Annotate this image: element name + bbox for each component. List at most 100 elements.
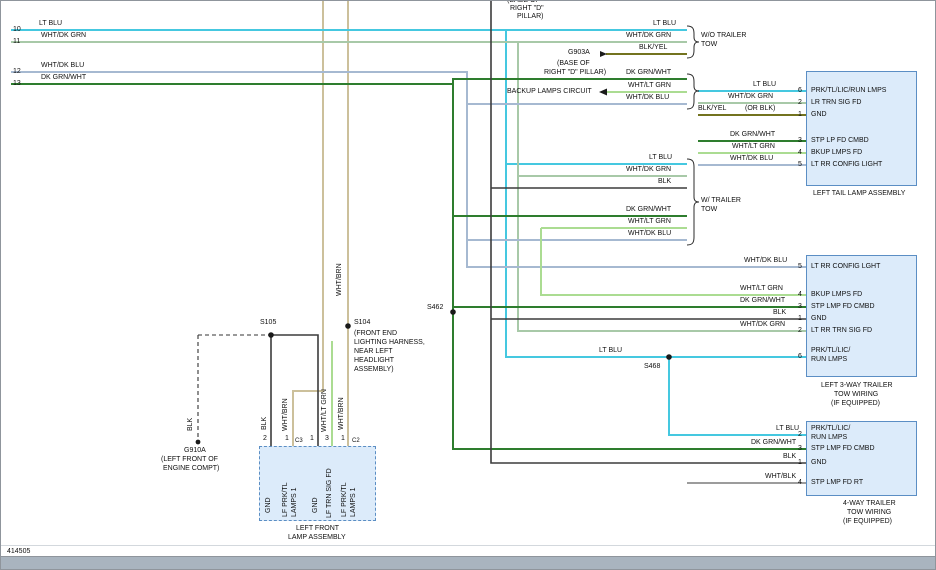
note-line: NEAR LEFT [354,348,393,356]
pin-function: PRK/TL/LIC/ [811,347,850,355]
wire-color-label: WHT/DK BLU [730,155,773,163]
row-number: 13 [13,80,21,88]
pin-function: PRK/TL/LIC/ [811,425,850,433]
pin-number: 1 [798,111,802,119]
wire-color-label: BLK [658,178,671,186]
splice-dot-s104 [345,323,351,329]
wire-color-label: BLK/YEL [698,105,726,113]
pin-number: 1 [341,435,345,443]
box-title: LEFT 3-WAY TRAILER [821,382,893,390]
doc-number: 414505 [7,548,30,556]
pin-number: 2 [798,99,802,107]
trailer-config-note: TOW [701,206,717,214]
box-title: 4-WAY TRAILER [843,500,896,508]
wire-color-label: LT BLU [599,347,622,355]
pin-function: GND [811,111,827,119]
wire-color-label: WHT/LT GRN [740,285,783,293]
box-title: LEFT FRONT [296,525,339,533]
wire-color-label: DK GRN/WHT [730,131,775,139]
box-title: LAMP ASSEMBLY [288,534,346,542]
pin-number: 1 [798,459,802,467]
pin-number: 6 [798,353,802,361]
pin-function: LF PRK/TL [341,482,349,517]
wire-color-label: WHT/DK GRN [740,321,785,329]
wire-color-label: DK GRN/WHT [751,439,796,447]
pin-number: 4 [798,149,802,157]
pin-number: 2 [263,435,267,443]
box-title: TOW WIRING [834,391,878,399]
wire-color-label: BLK [773,309,786,317]
pin-function: STP LMP FD CMBD [811,303,875,311]
row-number: 12 [13,68,21,76]
ground-arrow-g903a [600,51,607,57]
ground-dot-g910a [196,440,201,445]
ground-label: G903A [568,49,590,57]
pin-number: 2 [798,431,802,439]
connector-id: C2 [352,438,360,445]
wire-color-label: WHT/DK BLU [744,257,787,265]
box-title: (IF EQUIPPED) [831,400,880,408]
brace-backup-group [687,74,699,109]
brace-w-trailer [687,159,699,245]
wire-color-label: LT BLU [649,154,672,162]
brace-wo-trailer [687,26,699,58]
wire-color-label: WHT/DK GRN [626,32,671,40]
wire-color-label: BLK [187,418,195,431]
wire-color-label: WHT/LT GRN [732,143,775,151]
pin-function: LF TRN SIG FD [326,468,334,518]
box-title: (IF EQUIPPED) [843,518,892,526]
wire-color-label: WHT/DK GRN [626,166,671,174]
wire-color-label: WHT/BRN [282,398,290,431]
splice-label: S468 [644,363,660,371]
backup-circuit-arrow-icon [599,89,607,96]
pin-function: STP LMP FD CMBD [811,445,875,453]
pin-number: 5 [798,263,802,271]
wire-color-label: WHT/DK BLU [41,62,84,70]
pin-function: GND [811,459,827,467]
pin-number: 1 [310,435,314,443]
note-line: PILLAR) [517,13,543,21]
pin-number: 5 [798,161,802,169]
pin-function: LT RR CONFIG LIGHT [811,161,882,169]
wire-lt-blu [506,30,806,357]
pin-number: 6 [798,87,802,95]
wire-color-alt-label: (OR BLK) [745,105,775,113]
pin-number: 1 [285,435,289,443]
footer-separator [1,545,935,546]
pin-function: STP LMP FD RT [811,479,863,487]
pin-number: 2 [798,327,802,335]
pin-function: BKUP LMPS FD [811,291,862,299]
connector-id: C3 [295,438,303,445]
splice-label: S104 [354,319,370,327]
note-line: ASSEMBLY) [354,366,394,374]
pin-function: LAMPS 1 [291,487,299,517]
wire-color-label: WHT/DK BLU [626,94,669,102]
wire-color-label: WHT/BRN [336,263,344,296]
pin-function: GND [265,497,273,513]
wire-color-label: LT BLU [39,20,62,28]
wire-wht-brn [293,1,323,446]
pin-number: 3 [325,435,329,443]
trailer-config-note: TOW [701,41,717,49]
note-line: LIGHTING HARNESS, [354,339,425,347]
splice-label: S105 [260,319,276,327]
pin-function: LAMPS 1 [350,487,358,517]
pin-function: RUN LMPS [811,356,847,364]
box-title: TOW WIRING [847,509,891,517]
note-line: ENGINE COMPT) [163,465,219,473]
wire-color-label: WHT/DK GRN [728,93,773,101]
splice-dot-s462 [450,309,456,315]
wire-color-label: DK GRN/WHT [626,206,671,214]
wire-color-label: LT BLU [753,81,776,89]
wire-blk [271,335,318,446]
wire-color-label: WHT/DK GRN [41,32,86,40]
wire-color-label: BLK [261,417,269,430]
pin-function: BKUP LMPS FD [811,149,862,157]
wire-color-label: WHT/LT GRN [321,389,329,432]
note-line: RIGHT "D" PILLAR) [544,69,606,77]
trailer-config-note: W/O TRAILER [701,32,746,40]
note-line: (LEFT FRONT OF [161,456,218,464]
row-number: 10 [13,26,21,34]
wire-color-label: LT BLU [776,425,799,433]
splice-dot-s468 [666,354,672,360]
